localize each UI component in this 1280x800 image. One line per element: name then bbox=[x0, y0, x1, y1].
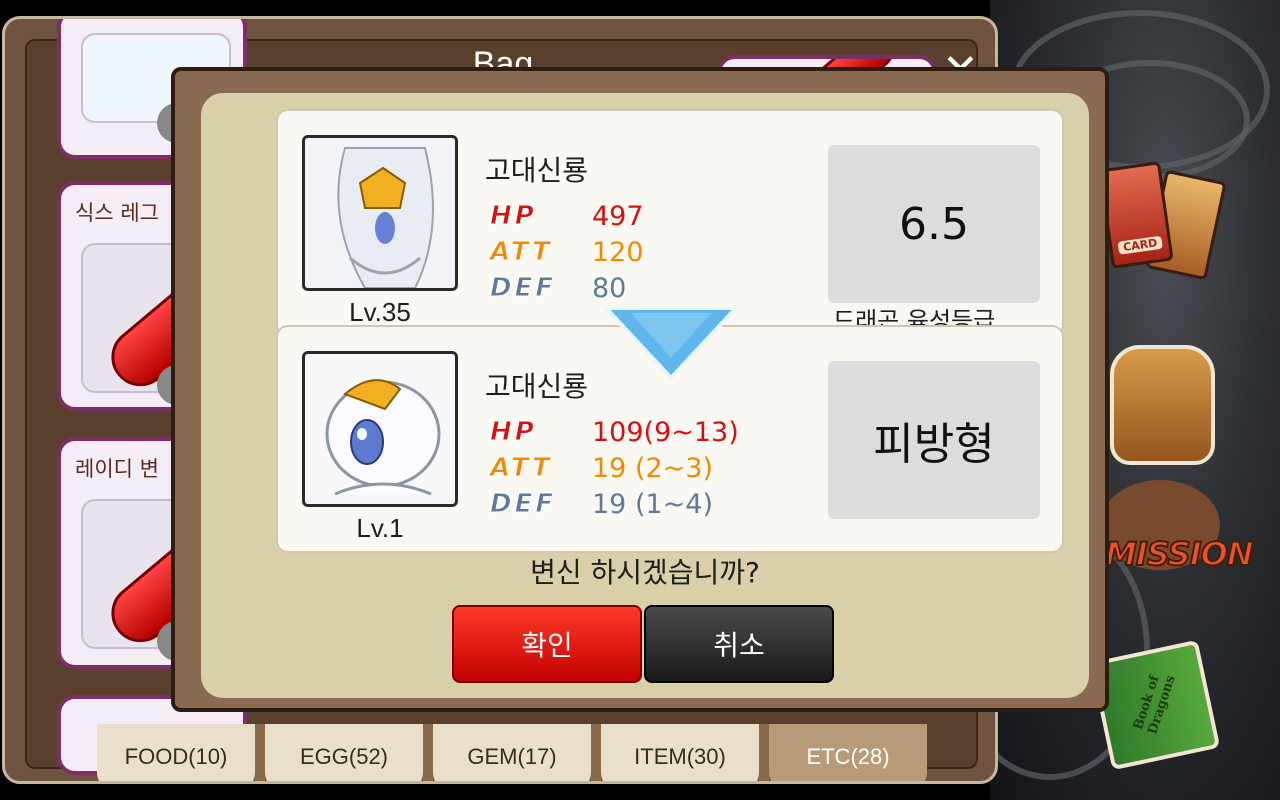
card-front: CARD bbox=[1098, 161, 1174, 269]
mission-label: MISSION bbox=[1104, 534, 1255, 574]
type-badge: 피방형 bbox=[828, 361, 1040, 519]
dragon-level: Lv.35 bbox=[349, 297, 411, 327]
confirm-button[interactable]: 확인 bbox=[452, 605, 642, 683]
bag-item-name: 레이디 변 bbox=[75, 457, 159, 481]
book-title: Book of Dragons bbox=[1131, 673, 1179, 737]
att-label: ATT bbox=[490, 237, 553, 268]
adult-dragon-icon bbox=[305, 138, 455, 288]
dragon-level: Lv.1 bbox=[356, 513, 404, 543]
hp-value: 497 bbox=[592, 201, 644, 232]
tab-separator bbox=[591, 724, 601, 781]
tab-separator bbox=[759, 724, 769, 781]
dragon-portrait bbox=[302, 351, 458, 507]
tab-separator bbox=[423, 724, 433, 781]
baby-dragon-icon bbox=[305, 354, 455, 504]
tab-etc[interactable]: ETC(28) bbox=[769, 724, 927, 781]
att-label: ATT bbox=[490, 453, 553, 484]
tab-food[interactable]: FOOD(10) bbox=[97, 724, 255, 781]
grade-badge: 6.5 bbox=[828, 145, 1040, 303]
mission-menu-icon[interactable]: MISSION bbox=[1100, 480, 1270, 600]
transform-dialog: Lv.35 고대신룡 HP 497 ATT 120 DEF 80 6.5 드래곤… bbox=[171, 67, 1109, 712]
def-value: 80 bbox=[592, 273, 627, 304]
tab-separator bbox=[255, 724, 265, 781]
def-label: DEF bbox=[489, 489, 557, 520]
hp-label: HP bbox=[490, 417, 537, 448]
tab-gem[interactable]: GEM(17) bbox=[433, 724, 591, 781]
confirm-question: 변신 하시겠습니까? bbox=[530, 556, 760, 589]
def-label: DEF bbox=[489, 273, 557, 304]
tab-item[interactable]: ITEM(30) bbox=[601, 724, 759, 781]
dragon-name: 고대신룡 bbox=[485, 154, 589, 187]
book-of-dragons-icon[interactable]: Book of Dragons bbox=[1089, 639, 1221, 771]
cancel-button[interactable]: 취소 bbox=[644, 605, 834, 683]
card-label: CARD bbox=[1117, 235, 1163, 255]
bag-item-name: 식스 레그 bbox=[75, 201, 159, 225]
backpack-body bbox=[1110, 345, 1215, 465]
tab-egg[interactable]: EGG(52) bbox=[265, 724, 423, 781]
card-menu-icon[interactable]: CARD bbox=[1098, 161, 1227, 295]
dialog-inner-panel: Lv.35 고대신룡 HP 497 ATT 120 DEF 80 6.5 드래곤… bbox=[201, 93, 1089, 698]
current-dragon-panel: Lv.35 고대신룡 HP 497 ATT 120 DEF 80 6.5 드래곤… bbox=[276, 109, 1064, 337]
dragon-portrait bbox=[302, 135, 458, 291]
down-arrow-icon bbox=[603, 308, 739, 381]
backpack-icon[interactable] bbox=[1100, 325, 1225, 470]
att-value: 19 (2~3) bbox=[592, 453, 713, 484]
att-value: 120 bbox=[592, 237, 644, 268]
dragon-name: 고대신룡 bbox=[485, 370, 589, 403]
def-value: 19 (1~4) bbox=[592, 489, 713, 520]
hp-label: HP bbox=[490, 201, 537, 232]
bag-tabs: FOOD(10) EGG(52) GEM(17) ITEM(30) ETC(28… bbox=[97, 724, 927, 781]
hp-value: 109(9~13) bbox=[592, 417, 739, 448]
